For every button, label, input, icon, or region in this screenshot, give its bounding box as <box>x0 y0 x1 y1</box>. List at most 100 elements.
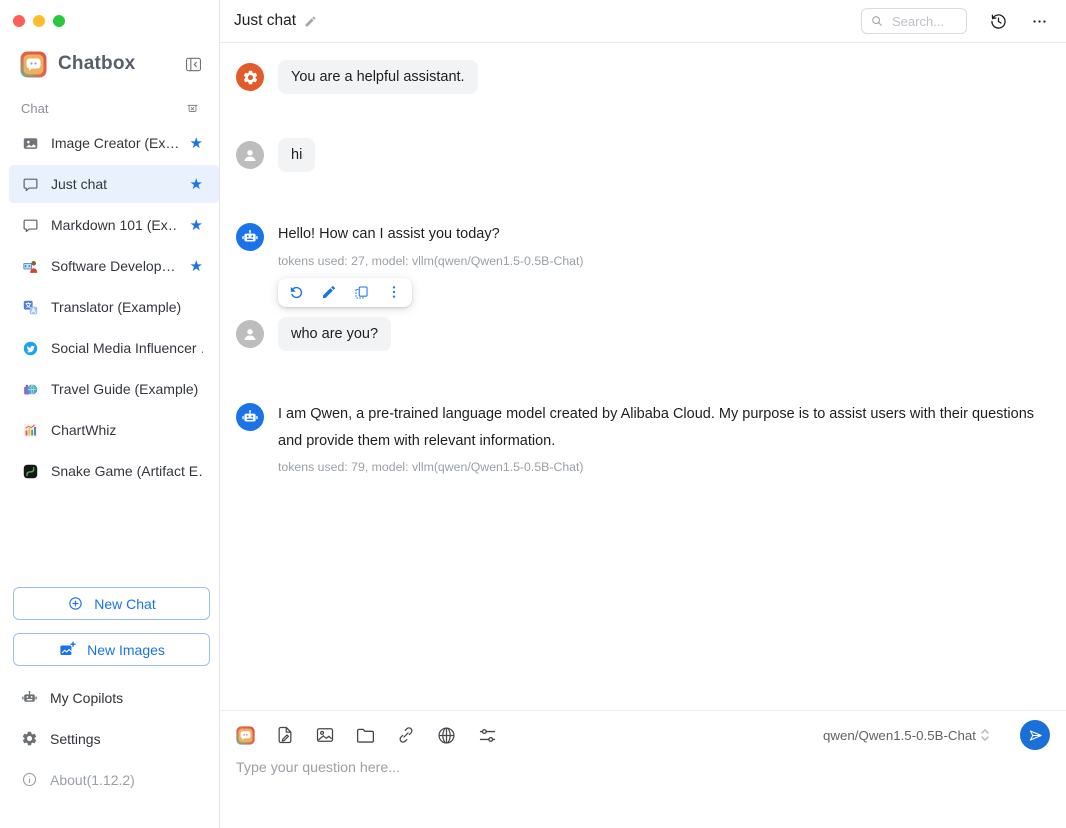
message-more-button[interactable] <box>386 284 402 301</box>
assistant-avatar <box>236 403 264 431</box>
edit-message-button[interactable] <box>321 284 337 301</box>
sidebar-item-label: Image Creator (Ex… <box>51 135 178 151</box>
robot-icon <box>21 689 38 706</box>
model-selector[interactable]: qwen/Qwen1.5-0.5B-Chat <box>823 727 990 743</box>
about-item[interactable]: About(1.12.2) <box>0 759 219 800</box>
chat-bubble-icon <box>22 176 39 193</box>
sidebar-item-markdown-101[interactable]: Markdown 101 (Ex… ★ <box>9 206 219 244</box>
sidebar-item-label: Software Develop… <box>51 258 178 274</box>
settings-item[interactable]: Settings <box>0 718 219 759</box>
settings-label: Settings <box>50 731 101 747</box>
web-browsing-button[interactable] <box>436 725 457 746</box>
sidebar-item-translator[interactable]: Translator (Example) <box>9 288 219 326</box>
favorite-star-icon[interactable]: ★ <box>190 136 203 151</box>
my-copilots-item[interactable]: My Copilots <box>0 677 219 718</box>
chat-options-button[interactable] <box>477 725 498 746</box>
translator-icon <box>22 299 39 316</box>
message-text: Hello! How can I assist you today? <box>278 221 584 248</box>
new-chat-label: New Chat <box>94 596 155 612</box>
new-images-button[interactable]: New Images <box>13 633 210 666</box>
link-button[interactable] <box>396 725 416 745</box>
history-button[interactable] <box>988 11 1009 32</box>
sidebar-item-snake-game[interactable]: Snake Game (Artifact E… <box>9 452 219 490</box>
message-system: You are a helpful assistant. <box>236 60 1050 94</box>
message-input[interactable] <box>236 760 1042 816</box>
sidebar-item-label: Just chat <box>51 176 178 192</box>
conversation-title: Just chat <box>234 12 296 30</box>
gear-icon <box>21 730 38 747</box>
copy-message-button[interactable] <box>353 284 370 301</box>
message-list: You are a helpful assistant. hi Hello! H… <box>220 43 1066 710</box>
chart-icon <box>22 422 39 439</box>
folder-button[interactable] <box>355 725 376 746</box>
sidebar-item-label: Markdown 101 (Ex… <box>51 217 178 233</box>
search-box[interactable] <box>861 8 967 34</box>
chat-section-label: Chat <box>21 101 48 116</box>
sidebar: Chatbox Chat Image Creator (Ex <box>0 0 220 828</box>
chatbox-logo-icon <box>20 51 47 78</box>
more-vertical-icon <box>386 284 402 300</box>
sidebar-item-chartwhiz[interactable]: ChartWhiz <box>9 411 219 449</box>
my-copilots-label: My Copilots <box>50 690 123 706</box>
refresh-icon <box>288 284 305 301</box>
composer: qwen/Qwen1.5-0.5B-Chat <box>220 710 1066 828</box>
sidebar-item-label: ChartWhiz <box>51 422 203 438</box>
message-meta: tokens used: 27, model: vllm(qwen/Qwen1.… <box>278 254 584 268</box>
message-text: You are a helpful assistant. <box>278 60 478 94</box>
copy-icon <box>353 284 370 301</box>
image-creator-icon <box>22 135 39 152</box>
more-horizontal-icon <box>1031 13 1048 30</box>
message-assistant: Hello! How can I assist you today? token… <box>236 223 1050 307</box>
regenerate-button[interactable] <box>288 284 305 301</box>
person-icon <box>241 146 259 164</box>
sidebar-actions: New Chat New Images <box>13 587 210 666</box>
rename-conversation-button[interactable] <box>304 15 317 28</box>
window-controls <box>0 0 219 27</box>
minimize-window-button[interactable] <box>33 15 45 27</box>
gear-icon <box>242 69 259 86</box>
pencil-icon <box>304 15 317 28</box>
select-arrows-icon <box>980 727 990 743</box>
new-images-label: New Images <box>87 642 165 658</box>
main-pane: Just chat You are a helpful a <box>220 0 1066 828</box>
globe-icon <box>436 725 457 746</box>
plus-circle-icon <box>67 595 84 612</box>
user-avatar <box>236 320 264 348</box>
chatbox-app-button[interactable] <box>236 726 255 745</box>
attach-file-button[interactable] <box>275 725 295 745</box>
chat-section-header: Chat <box>21 100 200 116</box>
sidebar-item-label: Snake Game (Artifact E… <box>51 463 203 479</box>
send-button[interactable] <box>1020 720 1050 750</box>
sidebar-item-just-chat[interactable]: Just chat ★ <box>9 165 219 203</box>
sidebar-item-image-creator[interactable]: Image Creator (Ex… ★ <box>9 124 219 162</box>
robot-icon <box>241 408 259 426</box>
favorite-star-icon[interactable]: ★ <box>190 259 203 274</box>
message-text: who are you? <box>278 317 391 351</box>
conversation-list: Image Creator (Ex… ★ Just chat ★ Markdow… <box>0 124 219 490</box>
favorite-star-icon[interactable]: ★ <box>190 218 203 233</box>
folder-icon <box>355 725 376 746</box>
search-input[interactable] <box>890 13 962 30</box>
message-toolbar <box>278 278 412 307</box>
conversation-header: Just chat <box>220 0 1066 43</box>
new-chat-button[interactable]: New Chat <box>13 587 210 620</box>
sidebar-item-label: Social Media Influencer … <box>51 340 203 356</box>
attach-image-button[interactable] <box>315 725 335 745</box>
favorite-star-icon[interactable]: ★ <box>190 177 203 192</box>
sidebar-item-label: Translator (Example) <box>51 299 203 315</box>
collapse-sidebar-button[interactable] <box>184 55 203 74</box>
zoom-window-button[interactable] <box>53 15 65 27</box>
sidebar-item-label: Travel Guide (Example) <box>51 381 203 397</box>
more-options-button[interactable] <box>1031 13 1048 30</box>
clear-conversations-button[interactable] <box>185 101 200 116</box>
message-text: hi <box>278 138 315 172</box>
message-user: who are you? <box>236 317 1050 351</box>
message-user: hi <box>236 138 1050 172</box>
about-label: About(1.12.2) <box>50 772 135 788</box>
sidebar-item-social-media-influencer[interactable]: Social Media Influencer … <box>9 329 219 367</box>
close-window-button[interactable] <box>13 15 25 27</box>
sidebar-menu: My Copilots Settings About(1.12.2) <box>0 677 219 828</box>
sidebar-item-travel-guide[interactable]: Travel Guide (Example) <box>9 370 219 408</box>
sidebar-item-software-developer[interactable]: Software Develop… ★ <box>9 247 219 285</box>
assistant-avatar <box>236 223 264 251</box>
